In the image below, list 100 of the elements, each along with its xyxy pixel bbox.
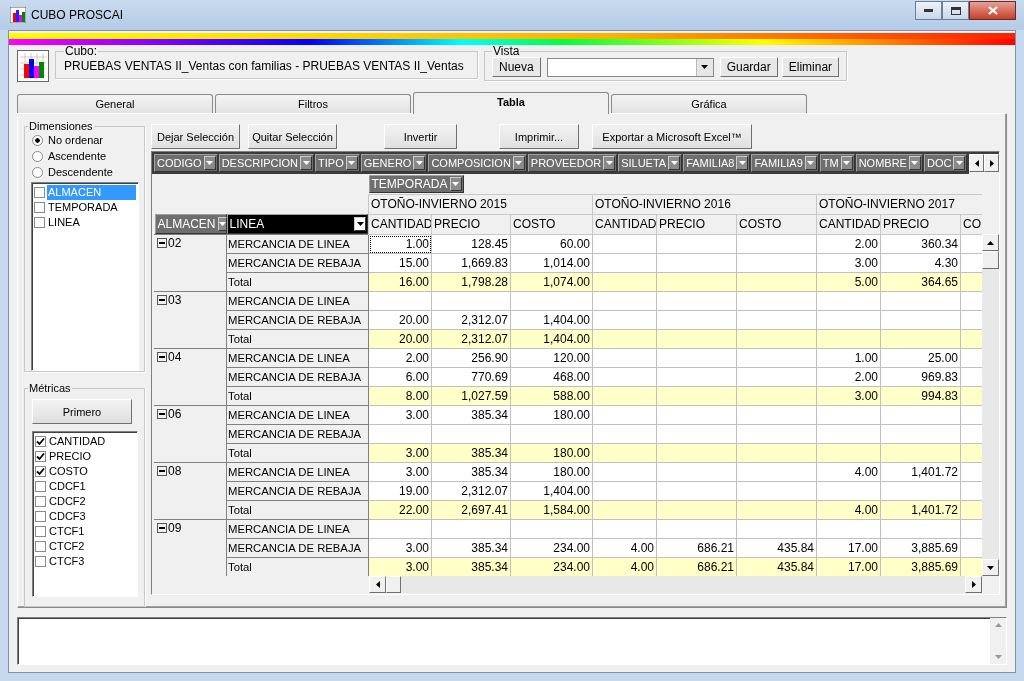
down-arrow-icon [994,655,1002,659]
action-button[interactable]: Imprimir... [499,124,579,149]
field-chip[interactable]: COMPOSICION [428,154,527,172]
minimize-button[interactable] [915,1,942,20]
dropdown-arrow-icon [415,161,423,165]
field-chip[interactable]: DESCRIPCION [218,154,315,172]
column-group-header: OTOÑO-INVIERNO 2015 [368,194,593,214]
dropdown-arrow-icon [218,222,226,226]
checkbox[interactable] [35,496,46,507]
maximize-button[interactable] [942,1,969,20]
tab[interactable]: Gráfica [611,94,807,113]
field-chip[interactable]: FAMILIA9 [751,154,819,172]
output-box[interactable] [17,617,1007,665]
collapse-icon[interactable] [157,523,167,533]
delete-button[interactable]: Eliminar [781,57,840,77]
field-chip[interactable]: FAMILIA8 [683,154,751,172]
list-item[interactable]: LINEA [47,215,81,230]
scroll-left-button[interactable] [969,154,984,172]
list-item[interactable]: CTCF2 [48,539,86,554]
window-title: CUBO PROSCAI [31,8,123,22]
list-item[interactable]: CTCF3 [48,554,86,569]
up-arrow-icon [994,623,1002,627]
cube-name: PRUEBAS VENTAS II_Ventas con familias - PRUEBAS VENTAS II_Ventas [64,59,465,73]
first-button[interactable]: Primero [32,399,132,424]
collapse-icon[interactable] [157,295,167,305]
checkbox[interactable] [35,481,46,492]
field-chip[interactable]: PROVEEDOR [527,154,618,172]
field-chip[interactable]: TEMPORADA [368,175,464,193]
scrollbar-thumb[interactable] [386,576,401,593]
dropdown-arrow-icon [302,161,310,165]
action-button[interactable]: Invertir [384,124,457,149]
dropdown-arrow-icon [807,161,815,165]
dropdown-arrow-icon [701,65,709,69]
field-chip[interactable]: CODIGO [154,154,218,172]
scrollbar-thumb[interactable] [982,251,999,269]
collapse-icon[interactable] [157,352,167,362]
close-button[interactable] [969,1,1016,20]
checkbox[interactable] [35,511,46,522]
column-group-header: OTOÑO-INVIERNO 2017 [816,194,982,214]
radio-label[interactable]: Descendente [48,166,113,178]
dropdown-arrow-icon [738,161,746,165]
list-item[interactable]: CANTIDAD [48,434,107,449]
field-chip[interactable]: NOMBRE [855,154,923,172]
checkbox[interactable] [34,202,45,213]
field-chip[interactable]: DOC [923,154,968,172]
checkbox[interactable] [35,556,46,567]
field-chip[interactable]: GENERO [360,154,428,172]
minimize-icon [924,9,933,12]
list-item[interactable]: CDCF1 [48,479,87,494]
field-chip[interactable]: LINEA [226,214,368,234]
scroll-right-button[interactable] [984,154,999,172]
bar-chart-icon [17,50,49,82]
field-chip[interactable]: TIPO [315,154,360,172]
field-chip[interactable]: ALMACEN [154,214,227,234]
group-label: Dimensiones [28,120,94,132]
action-button[interactable]: Exportar a Microsoft Excel™ [592,124,752,149]
row-header: MERCANCIA DE LINEA [226,234,369,254]
checkbox[interactable] [34,187,45,198]
row-header: 03 [168,293,182,307]
list-item[interactable]: CDCF3 [48,509,87,524]
radio-button[interactable] [32,134,43,146]
row-header: 04 [168,350,182,364]
collapse-icon[interactable] [157,238,167,248]
checkbox[interactable] [35,436,46,447]
dropdown-arrow-icon [670,161,678,165]
list-item[interactable]: COSTO [48,464,89,479]
list-item[interactable]: TEMPORADA [47,200,119,215]
radio-button[interactable] [32,150,43,162]
radio-label[interactable]: No ordenar [48,134,104,146]
tab[interactable]: Tabla [413,92,609,114]
list-item[interactable]: PRECIO [48,449,93,464]
checkbox[interactable] [35,541,46,552]
radio-label[interactable]: Ascendente [48,150,107,162]
list-item[interactable]: CDCF2 [48,494,87,509]
horizontal-scrollbar[interactable] [369,576,982,593]
checkbox[interactable] [35,451,46,462]
save-button[interactable]: Guardar [719,57,778,77]
right-arrow-icon [989,159,994,167]
checkbox[interactable] [35,526,46,537]
list-item[interactable]: CTCF1 [48,524,86,539]
checkbox[interactable] [34,217,45,228]
maximize-icon [950,6,961,15]
column-group-header: OTOÑO-INVIERNO 2016 [592,194,817,214]
radio-button[interactable] [32,166,43,178]
left-arrow-icon [974,159,979,167]
new-button[interactable]: Nueva [492,57,541,77]
action-button[interactable]: Dejar Selección [151,124,240,149]
tab[interactable]: Filtros [215,94,411,113]
action-button[interactable]: Quitar Selección [248,124,337,149]
field-chip[interactable]: SILUETA [618,154,683,172]
collapse-icon[interactable] [157,409,167,419]
row-header: 06 [168,407,182,421]
right-arrow-icon [971,581,976,588]
tab[interactable]: General [17,94,213,113]
view-dropdown[interactable] [546,57,714,77]
collapse-icon[interactable] [157,466,167,476]
vertical-scrollbar[interactable] [982,234,999,576]
down-arrow-icon [987,565,994,570]
checkbox[interactable] [35,466,46,477]
field-chip[interactable]: TM [819,154,855,172]
